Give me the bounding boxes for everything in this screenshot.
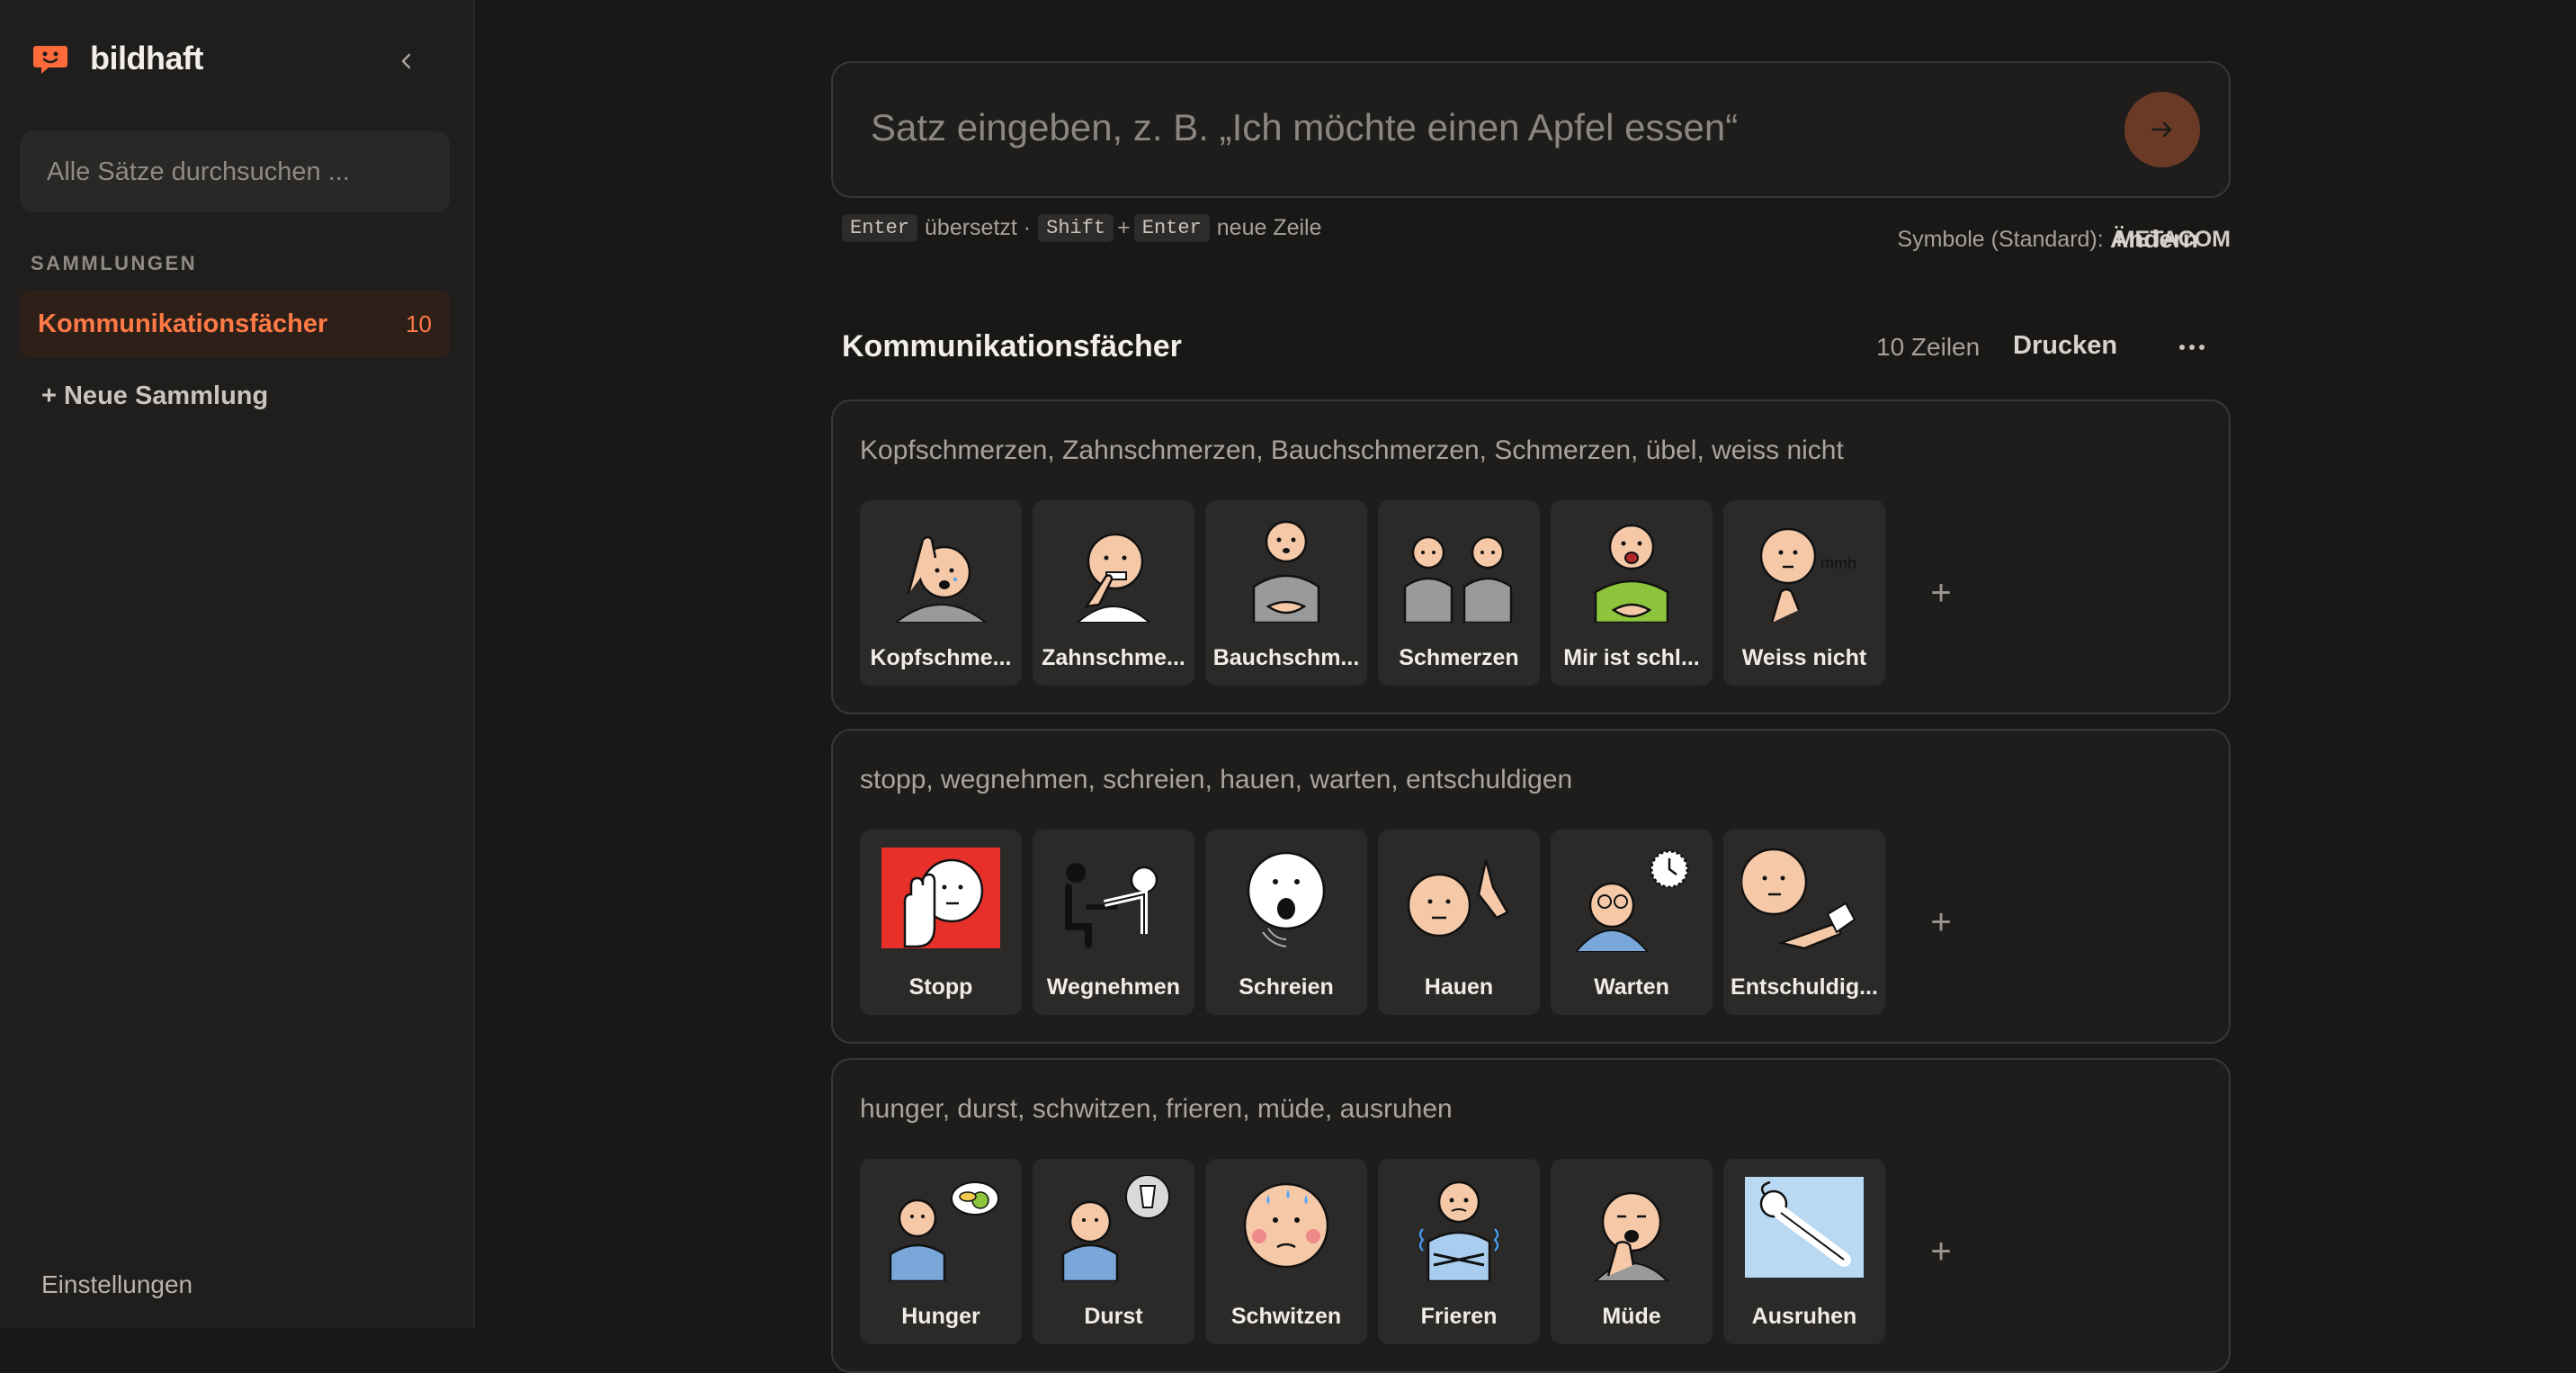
collection-name: Kommunikationsfächer	[38, 309, 328, 338]
symbol-label: Schwitzen	[1230, 1304, 1342, 1329]
headache-icon	[894, 535, 988, 623]
take-away-icon	[1065, 863, 1158, 948]
symbol-label: Stopp	[908, 974, 973, 1000]
collection-title: Kommunikationsfächer	[842, 329, 1182, 363]
stomachache-icon	[1252, 520, 1320, 623]
symbol-label: Kopfschme...	[870, 645, 1012, 670]
hit-icon	[1407, 859, 1509, 938]
apologize-icon	[1741, 848, 1856, 950]
sentence-row: stopp, wegnehmen, schreien, hauen, warte…	[831, 729, 2231, 1044]
symbol-tile[interactable]: Frieren	[1378, 1159, 1540, 1344]
symbol-tile[interactable]: Ausruhen	[1723, 1159, 1885, 1344]
more-options-button[interactable]	[2169, 329, 2214, 365]
app-name: bildhaft	[90, 40, 203, 76]
row-sentence[interactable]: Kopfschmerzen, Zahnschmerzen, Bauchschme…	[860, 435, 1844, 466]
symbol-tile[interactable]: Hauen	[1378, 830, 1540, 1015]
plus-hint: +	[1117, 215, 1131, 240]
nausea-icon	[1594, 524, 1669, 623]
symbol-label: Zahnschme...	[1042, 645, 1185, 670]
symbol-label: Müde	[1602, 1304, 1661, 1329]
symbol-label: Ausruhen	[1751, 1304, 1857, 1329]
symbol-label: Bauchschm...	[1212, 645, 1360, 670]
print-button[interactable]: Drucken	[2013, 331, 2117, 361]
symbol-label: Weiss nicht	[1741, 645, 1867, 670]
symbol-tile[interactable]: Schreien	[1205, 830, 1367, 1015]
symbol-tile[interactable]: Durst	[1033, 1159, 1194, 1344]
hunger-icon	[889, 1181, 999, 1281]
collection-count: 10	[406, 310, 432, 337]
symbol-tile[interactable]: Entschuldig...	[1723, 830, 1885, 1015]
symbol-label: Hauen	[1424, 974, 1494, 1000]
symbol-tile[interactable]: Bauchschm...	[1205, 500, 1367, 686]
symbol-label: Durst	[1084, 1304, 1143, 1329]
sidebar: bildhaft SAMMLUNGEN Kommunikationsfächer…	[0, 0, 475, 1328]
symbol-tile[interactable]: Müde	[1551, 1159, 1713, 1344]
thirst-icon	[1061, 1175, 1170, 1281]
symbol-tile[interactable]: Stopp	[860, 830, 1022, 1015]
chevron-left-icon	[401, 53, 411, 69]
rest-icon	[1745, 1177, 1864, 1278]
row-count: 10 Zeilen	[1876, 333, 1981, 361]
symbol-label: Hunger	[901, 1304, 980, 1329]
stop-icon	[881, 848, 1000, 948]
more-horizontal-icon	[2179, 345, 2205, 350]
symbol-tile[interactable]: Kopfschme...	[860, 500, 1022, 686]
pain-icon	[1403, 535, 1513, 623]
symbol-tile[interactable]: Schmerzen	[1378, 500, 1540, 686]
enter-key-hint-2: Enter	[1133, 214, 1210, 242]
symbol-label: Warten	[1594, 974, 1669, 1000]
new-collection-button[interactable]: + Neue Sammlung	[41, 381, 268, 411]
dont-know-icon: mmh	[1759, 527, 1856, 623]
keyboard-hints: Enter übersetzt · Shift + Enter neue Zei…	[842, 214, 1322, 242]
symbol-tile[interactable]: Warten	[1551, 830, 1713, 1015]
symbol-label: Entschuldig...	[1731, 974, 1878, 1000]
shift-key-hint: Shift	[1038, 214, 1114, 242]
symbol-label: Mir ist schl...	[1563, 645, 1700, 670]
symbol-label: Frieren	[1420, 1304, 1498, 1329]
add-symbol-button[interactable]: +	[1896, 1159, 1986, 1344]
change-symbol-set-button[interactable]: Ändern	[2110, 225, 2198, 254]
brand[interactable]: bildhaft	[32, 40, 203, 77]
enter-key-hint: Enter	[842, 214, 918, 242]
translate-button[interactable]	[2124, 92, 2200, 167]
symbol-set-label: Symbole (Standard):	[1897, 227, 2104, 252]
newline-hint: neue Zeile	[1216, 215, 1322, 240]
wait-icon	[1574, 849, 1689, 952]
sentence-composer	[831, 61, 2231, 198]
settings-link[interactable]: Einstellungen	[41, 1270, 192, 1299]
translate-hint: übersetzt ·	[925, 215, 1032, 240]
add-symbol-button[interactable]: +	[1896, 830, 1986, 1015]
symbol-label: Schreien	[1239, 974, 1334, 1000]
collections-section-label: SAMMLUNGEN	[31, 252, 198, 274]
sentence-row: hunger, durst, schwitzen, frieren, müde,…	[831, 1058, 2231, 1373]
sentence-search[interactable]	[20, 131, 450, 212]
collection-item-kommunikationsfaecher[interactable]: Kommunikationsfächer 10	[20, 290, 450, 358]
symbol-tile[interactable]: Hunger	[860, 1159, 1022, 1344]
arrow-right-icon	[2151, 121, 2172, 138]
sweat-icon	[1243, 1182, 1329, 1269]
sentence-input[interactable]	[869, 104, 2042, 162]
bildhaft-logo-icon	[33, 46, 67, 74]
symbol-tile[interactable]: mmh Weiss nicht	[1723, 500, 1885, 686]
tired-icon	[1594, 1191, 1669, 1281]
add-symbol-button[interactable]: +	[1896, 500, 1986, 686]
symbol-label: Wegnehmen	[1046, 974, 1181, 1000]
scream-icon	[1247, 851, 1326, 947]
symbol-label: Schmerzen	[1399, 645, 1519, 670]
freeze-icon	[1419, 1180, 1498, 1281]
symbol-tile[interactable]: Wegnehmen	[1033, 830, 1194, 1015]
row-sentence[interactable]: stopp, wegnehmen, schreien, hauen, warte…	[860, 765, 1572, 795]
symbol-tile[interactable]: Mir ist schl...	[1551, 500, 1713, 686]
collapse-sidebar-button[interactable]	[387, 41, 426, 81]
symbol-tile[interactable]: Zahnschme...	[1033, 500, 1194, 686]
svg-text:mmh: mmh	[1820, 554, 1856, 572]
row-sentence[interactable]: hunger, durst, schwitzen, frieren, müde,…	[860, 1094, 1453, 1125]
sentence-row: Kopfschmerzen, Zahnschmerzen, Bauchschme…	[831, 399, 2231, 714]
symbol-tile[interactable]: Schwitzen	[1205, 1159, 1367, 1344]
toothache-icon	[1076, 533, 1151, 623]
search-input[interactable]	[45, 156, 425, 188]
